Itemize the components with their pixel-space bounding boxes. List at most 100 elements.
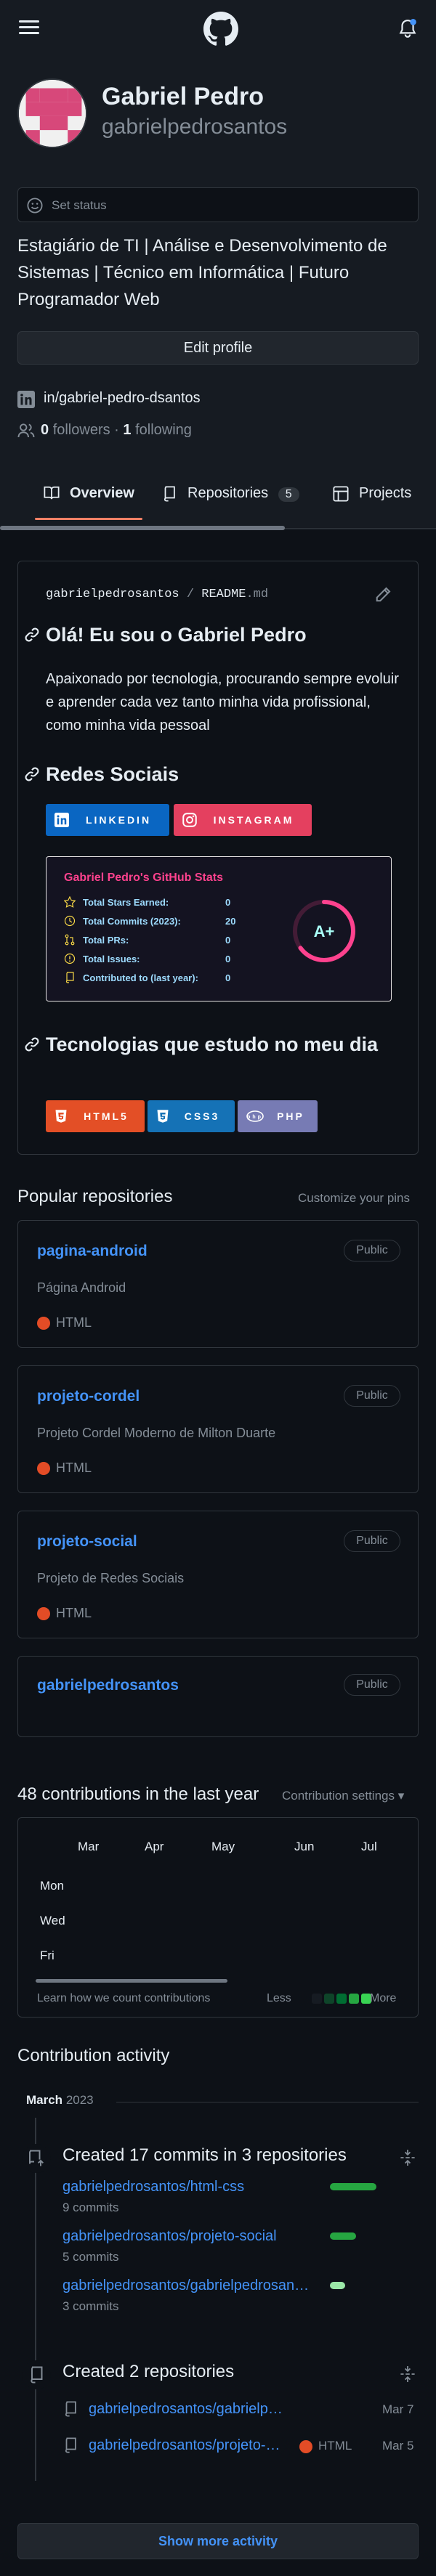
repo-card: gabrielpedrosantos Public — [17, 1656, 419, 1737]
following-link[interactable]: 1 following — [123, 422, 192, 438]
fold-icon[interactable] — [400, 2148, 416, 2167]
repo-icon — [65, 972, 74, 983]
activity-month-header: March 2023 — [26, 2093, 94, 2108]
legend-square — [336, 1994, 347, 2004]
github-logo-icon[interactable] — [203, 12, 238, 46]
timeline-node — [22, 2144, 51, 2173]
table-icon — [333, 486, 349, 502]
top-bar — [0, 0, 436, 58]
tab-projects-label: Projects — [359, 485, 412, 501]
php-badge-label: PHP — [277, 1110, 304, 1122]
created-date: Mar 5 — [382, 2439, 414, 2453]
tabs-scrollbar[interactable] — [0, 526, 285, 530]
avatar[interactable] — [17, 78, 87, 148]
stats-label: Total Commits (2023): — [83, 916, 181, 927]
created-date: Mar 7 — [382, 2402, 414, 2416]
contribution-settings-button[interactable]: Contribution settings ▾ — [282, 1789, 404, 1803]
svg-text:php: php — [247, 1115, 263, 1120]
readme-heading: Olá! Eu sou o Gabriel Pedro — [46, 624, 307, 646]
linkedin-icon — [54, 813, 69, 827]
followers-link[interactable]: 0 followers — [41, 422, 110, 438]
tab-projects[interactable]: Projects — [333, 485, 411, 502]
commit-repo-link[interactable]: gabrielpedrosantos/html-css — [62, 2179, 244, 2195]
github-stats-card: Gabriel Pedro's GitHub Stats Total Stars… — [46, 856, 392, 1001]
repo-card: projeto-social Public Projeto de Redes S… — [17, 1511, 419, 1638]
language-color-dot — [37, 1462, 50, 1475]
stats-rows: Total Stars Earned: 0 Total Commits (202… — [64, 896, 253, 991]
instagram-badge[interactable]: INSTAGRAM — [174, 804, 312, 836]
rank-grade: A+ — [314, 922, 335, 940]
visibility-badge: Public — [344, 1240, 400, 1261]
social-heading: Redes Sociais — [46, 763, 179, 785]
php-icon: php — [246, 1110, 264, 1122]
repo-card: projeto-cordel Public Projeto Cordel Mod… — [17, 1365, 419, 1493]
commit-repo-link[interactable]: gabrielpedrosantos/gabrielpedrosan… — [62, 2278, 309, 2294]
linkedin-link[interactable]: in/gabriel-pedro-dsantos — [44, 390, 201, 407]
show-more-activity-button[interactable]: Show more activity — [17, 2523, 419, 2559]
tab-repositories[interactable]: Repositories 5 — [163, 485, 299, 502]
bell-icon[interactable] — [398, 19, 417, 39]
css3-icon — [157, 1110, 169, 1123]
pencil-edit-icon[interactable] — [374, 586, 392, 604]
css3-badge-label: CSS3 — [184, 1110, 220, 1122]
repo-icon — [65, 2437, 76, 2453]
followers-following: 0 followers · 1 following — [41, 422, 192, 439]
smiley-icon — [27, 198, 43, 214]
anchor-link-icon[interactable] — [24, 1036, 40, 1052]
anchor-link-icon[interactable] — [24, 766, 40, 782]
history-icon — [64, 915, 76, 927]
repo-name-link[interactable]: gabrielpedrosantos — [37, 1677, 179, 1694]
rank-ring: A+ — [293, 900, 355, 962]
contribution-graph-card: Mar Apr May Jun Jul Mon Wed Fri Learn ho… — [17, 1817, 419, 2018]
stats-value: 0 — [225, 954, 231, 964]
stats-value: 0 — [225, 935, 231, 946]
readme-path-user[interactable]: gabrielpedrosantos — [46, 588, 179, 601]
linkedin-badge[interactable]: LINKEDIN — [46, 804, 169, 836]
linkedin-icon — [17, 391, 35, 408]
activity-month: March — [26, 2093, 63, 2107]
tab-overview[interactable]: Overview — [44, 485, 134, 502]
html5-badge-label: HTML5 — [84, 1110, 129, 1122]
html5-icon — [55, 1110, 67, 1123]
repo-description: Projeto Cordel Moderno de Milton Duarte — [37, 1426, 276, 1440]
created-repo-link[interactable]: gabrielpedrosantos/projeto-… — [89, 2437, 280, 2454]
repo-name-link[interactable]: projeto-social — [37, 1533, 137, 1551]
repo-description: Projeto de Redes Sociais — [37, 1571, 185, 1585]
repo-name-link[interactable]: projeto-cordel — [37, 1388, 140, 1405]
tech-heading: Tecnologias que estudo no meu dia — [46, 1033, 379, 1055]
issue-icon — [64, 953, 76, 964]
followers-count: 0 — [41, 422, 49, 438]
fold-icon[interactable] — [400, 2365, 416, 2384]
legend-square — [324, 1994, 334, 2004]
contribution-settings-label: Contribution settings — [282, 1789, 395, 1803]
set-status-button[interactable]: Set status — [17, 187, 419, 222]
contributions-title: 48 contributions in the last year — [17, 1784, 259, 1804]
stats-row: Contributed to (last year): 0 — [64, 972, 253, 991]
created-repo-link[interactable]: gabrielpedrosantos/gabrielp… — [89, 2401, 283, 2418]
stats-label: Total Stars Earned: — [83, 897, 169, 908]
graph-legend — [312, 1994, 374, 2007]
stats-row: Total PRs: 0 — [64, 934, 253, 953]
timeline-node — [22, 2360, 51, 2389]
learn-contributions-link[interactable]: Learn how we count contributions — [37, 1992, 210, 2005]
legend-square — [349, 1994, 359, 2004]
graph-scrollbar[interactable] — [36, 1979, 227, 1983]
customize-pins-link[interactable]: Customize your pins — [298, 1191, 410, 1206]
stats-row: Total Stars Earned: 0 — [64, 896, 253, 915]
following-count: 1 — [123, 422, 132, 438]
visibility-badge: Public — [344, 1530, 400, 1552]
commit-repo-link[interactable]: gabrielpedrosantos/projeto-social — [62, 2228, 277, 2245]
css3-badge: CSS3 — [148, 1100, 235, 1132]
menu-icon[interactable] — [19, 17, 39, 38]
commit-count-link[interactable]: 9 commits — [62, 2201, 118, 2215]
repo-name-link[interactable]: pagina-android — [37, 1243, 148, 1260]
commit-count-link[interactable]: 3 commits — [62, 2299, 118, 2314]
commits-summary: Created 17 commits in 3 repositories — [62, 2145, 347, 2165]
stats-label: Total PRs: — [83, 935, 129, 946]
notification-dot — [410, 19, 416, 25]
month-label: May — [211, 1840, 235, 1853]
edit-profile-button[interactable]: Edit profile — [17, 331, 419, 365]
commit-count-link[interactable]: 5 commits — [62, 2250, 118, 2264]
day-label: Wed — [40, 1914, 65, 1927]
anchor-link-icon[interactable] — [24, 627, 40, 643]
